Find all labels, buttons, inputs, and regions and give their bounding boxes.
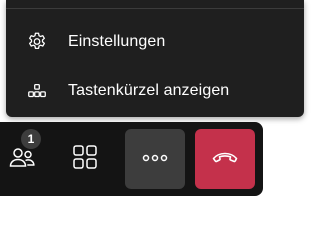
more-dots-icon [141, 150, 169, 168]
change-view-button[interactable] [55, 129, 115, 189]
leave-call-button[interactable] [195, 129, 255, 189]
participants-button[interactable]: 1 [0, 129, 52, 189]
participant-count-badge: 1 [21, 129, 41, 149]
menu-item-keyboard-shortcuts[interactable]: Tastenkürzel anzeigen [6, 71, 304, 111]
more-options-menu: Einstellungen Tastenkürzel anzeigen [6, 0, 304, 117]
meeting-controls-area: Einstellungen Tastenkürzel anzeigen 1 [0, 0, 311, 203]
menu-divider [6, 8, 304, 9]
keyboard-shortcuts-icon [26, 80, 48, 102]
menu-item-settings[interactable]: Einstellungen [6, 22, 304, 62]
gear-icon [26, 31, 48, 53]
hang-up-icon [211, 149, 239, 170]
more-options-button[interactable] [125, 129, 185, 189]
grid-icon [71, 143, 99, 176]
menu-item-label: Einstellungen [68, 33, 166, 50]
call-toolbar: 1 [0, 122, 263, 196]
menu-item-label: Tastenkürzel anzeigen [68, 82, 230, 99]
